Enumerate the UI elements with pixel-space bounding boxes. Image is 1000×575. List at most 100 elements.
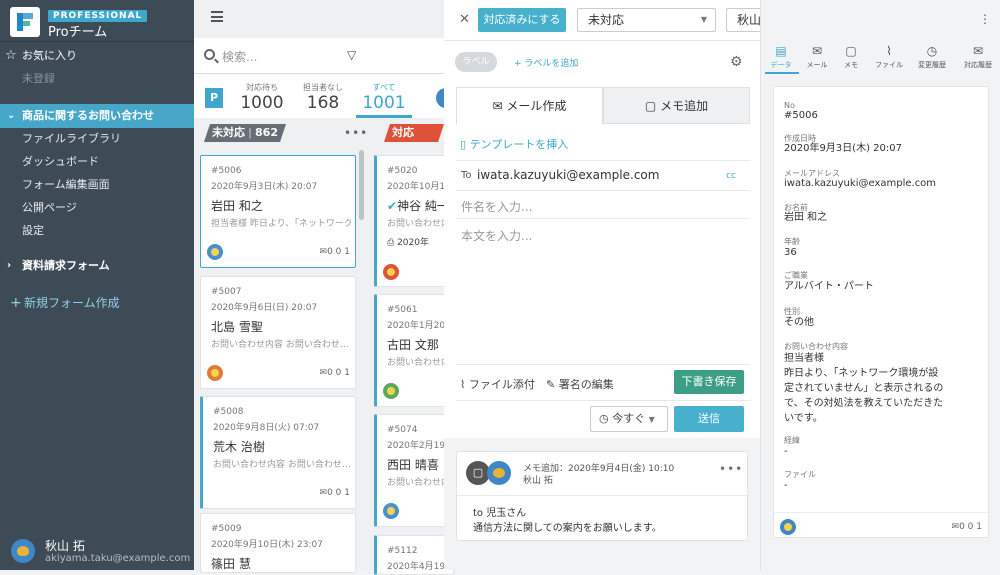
sidebar-item-settings[interactable]: 設定 <box>0 220 194 242</box>
divider <box>456 400 750 401</box>
stat-value: 1000 <box>240 93 284 113</box>
card-name: 神谷 純一 <box>397 199 449 213</box>
document-icon: ▤ <box>775 44 787 58</box>
mail-history-icon: ✉ <box>972 44 984 58</box>
star-icon: ☆ <box>5 48 17 63</box>
stat-label: すべて <box>372 83 396 92</box>
list-item[interactable]: #5009 2020年9月10日(木) 23:07 篠田 慧 <box>200 513 356 573</box>
scrollbar[interactable] <box>359 150 364 220</box>
details-panel: ⋮ ▤ データ ✉ メール ▢ メモ ⌇ ファイル ◷ 変更履歴 ✉ 対応履歴 No #50… <box>760 0 1000 570</box>
list-item[interactable]: #5061 2020年1月20 古田 文那 お問い合わせ内 <box>374 294 454 407</box>
record-counts-text: 0 0 1 <box>959 522 982 532</box>
attach-file-button[interactable]: ⌇ ファイル添付 <box>460 376 535 392</box>
tab-label: データ <box>770 61 792 69</box>
card-counts-text: 0 0 1 <box>327 247 350 257</box>
card-extra-text: 2020年 <box>397 238 429 248</box>
tab-memo[interactable]: ▢ メモ <box>833 44 869 70</box>
sidebar-item-public-page[interactable]: 公開ページ <box>0 197 194 219</box>
menu-icon[interactable] <box>211 11 223 22</box>
tab-data[interactable]: ▤ データ <box>763 44 799 70</box>
edit-signature-button[interactable]: ✎ 署名の編集 <box>546 376 614 392</box>
search-input[interactable]: 検索... <box>222 48 257 65</box>
field-value: その他 <box>784 317 814 328</box>
more-vertical-icon[interactable]: ⋮ <box>979 12 991 26</box>
new-form-button[interactable]: + 新規フォーム作成 <box>0 291 194 315</box>
divider <box>0 41 194 42</box>
label-pill[interactable]: ラベル <box>455 52 497 72</box>
add-label-button[interactable]: + ラベルを追加 <box>514 56 578 69</box>
body-input[interactable]: 本文を入力... <box>461 227 532 244</box>
card-name: 荒木 治樹 <box>213 440 265 454</box>
sidebar-group-product-inquiry[interactable]: ⌄ 商品に関するお問い合わせ <box>0 104 194 128</box>
save-draft-button[interactable]: 下書き保存 <box>674 370 744 394</box>
memo-line: to 児玉さん <box>473 508 527 519</box>
status-select[interactable]: 未対応 ▼ <box>577 8 716 32</box>
team-name[interactable]: Proチーム <box>48 21 107 40</box>
app-logo[interactable] <box>10 7 40 37</box>
stat-underline <box>356 115 412 118</box>
card-name: 岩田 和之 <box>211 199 263 213</box>
memo-author: 秋山 拓 <box>523 476 553 486</box>
close-icon[interactable]: ✕ <box>459 12 470 27</box>
field-value: 2020年9月3日(木) 20:07 <box>784 143 902 154</box>
filter-icon[interactable]: ▽ <box>347 48 356 62</box>
assignee-avatar <box>207 244 223 260</box>
list-item[interactable]: #5074 2020年2月19 西田 晴喜 お問い合わせ内 <box>374 414 454 527</box>
resolve-button[interactable]: 対応済みにする <box>478 8 566 32</box>
cc-toggle[interactable]: cc <box>726 171 736 181</box>
tab-mail[interactable]: ✉ メール <box>799 44 835 70</box>
card-preview: お問い合わせ内容 お問い合わせ… <box>213 460 351 470</box>
stat-all[interactable]: すべて 1001 <box>356 82 412 113</box>
to-label: To <box>461 170 472 181</box>
more-icon[interactable]: ••• <box>719 462 743 476</box>
tab-label: 対応履歴 <box>964 61 992 69</box>
sidebar: PROFESSIONAL Proチーム ☆ お気に入り 未登録 ⌄ 商品に関する… <box>0 0 194 570</box>
tab-compose-mail[interactable]: ✉ メール作成 <box>456 87 603 124</box>
card-name-row: ✔神谷 純一 <box>387 197 449 214</box>
field-value: 岩田 和之 <box>784 212 828 223</box>
tab-add-memo[interactable]: ▢ メモ追加 <box>603 87 750 124</box>
column-menu-icon[interactable]: ••• <box>344 126 368 140</box>
list-item[interactable]: #5008 2020年9月8日(火) 07:07 荒木 治樹 お問い合わせ内容 … <box>200 396 356 509</box>
tab-label: メモ <box>844 61 858 69</box>
stat-waiting[interactable]: 対応待ち 1000 <box>234 82 290 113</box>
sidebar-item-file-library[interactable]: ファイルライブラリ <box>0 128 194 150</box>
column-count: 862 <box>255 126 278 139</box>
group-label: 商品に関するお問い合わせ <box>22 109 154 122</box>
tab-change-history[interactable]: ◷ 変更履歴 <box>914 44 950 70</box>
record-data-card: No #5006 作成日時 2020年9月3日(木) 20:07 メールアドレス… <box>773 86 990 538</box>
divider <box>457 495 749 496</box>
insert-template-link[interactable]: ▯ テンプレートを挿入 <box>460 136 568 152</box>
signature-text: 署名の編集 <box>558 378 614 391</box>
tab-response-history[interactable]: ✉ 対応履歴 <box>960 44 996 70</box>
user-email: akiyama.taku@example.com <box>45 553 191 564</box>
tab-label: メモ追加 <box>660 99 709 113</box>
card-id: #5008 <box>213 407 244 417</box>
list-item[interactable]: #5006 2020年9月3日(木) 20:07 岩田 和之 担当者様 昨日より… <box>200 155 356 268</box>
sidebar-item-dashboard[interactable]: ダッシュボード <box>0 151 194 173</box>
tab-label: メール <box>806 61 828 69</box>
subject-input[interactable]: 件名を入力... <box>461 198 532 215</box>
list-item[interactable]: #5020 2020年10月12 ✔神谷 純一 お問い合わせ内 ⎙ 2020年 <box>374 155 454 287</box>
user-avatar[interactable] <box>11 539 35 563</box>
tab-label: 変更履歴 <box>918 61 946 69</box>
stat-value: 1001 <box>362 93 406 113</box>
to-field[interactable]: iwata.kazuyuki@example.com <box>477 168 659 182</box>
sidebar-group-document-request[interactable]: › 資料請求フォーム <box>0 254 194 278</box>
schedule-select[interactable]: ◷ 今すぐ ▼ <box>590 406 668 432</box>
favorites-header[interactable]: ☆ お気に入り <box>0 44 194 68</box>
list-item[interactable]: #5112 2020年4月19 <box>374 535 454 575</box>
clock-icon: ◷ <box>926 44 938 58</box>
divider <box>774 512 990 513</box>
card-name: 西田 晴喜 <box>387 458 439 472</box>
tab-file[interactable]: ⌇ ファイル <box>871 44 907 70</box>
list-item[interactable]: #5007 2020年9月6日(日) 20:07 北島 雪聖 お問い合わせ内容 … <box>200 276 356 389</box>
project-badge: P <box>205 88 223 108</box>
column-status: 対応中 <box>392 126 414 157</box>
sidebar-item-form-editor[interactable]: フォーム編集画面 <box>0 174 194 196</box>
gear-icon[interactable]: ⚙ <box>730 54 743 70</box>
card-date: 2020年2月19 <box>387 441 446 451</box>
send-button[interactable]: 送信 <box>674 406 744 432</box>
card-id: #5006 <box>211 166 242 176</box>
stat-unassigned[interactable]: 担当者なし 168 <box>295 82 351 113</box>
